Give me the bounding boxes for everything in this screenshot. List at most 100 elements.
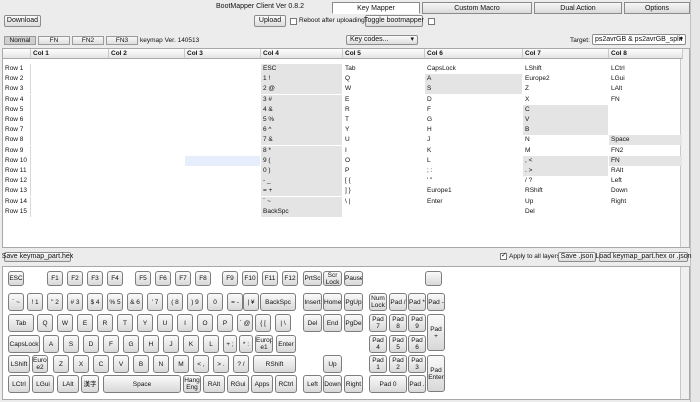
key-ralt[interactable]: RAlt xyxy=(203,375,225,393)
grid-cell[interactable]: A xyxy=(425,74,522,85)
grid-cell[interactable]: LShift xyxy=(523,64,608,74)
reboot-checkbox[interactable] xyxy=(290,18,297,25)
key-f11[interactable]: F11 xyxy=(262,271,278,286)
grid-cell[interactable] xyxy=(185,146,260,156)
key-w[interactable]: W xyxy=(57,314,73,332)
grid-cell[interactable]: U xyxy=(343,135,424,145)
grid-cell[interactable] xyxy=(609,105,682,115)
grid-cell[interactable]: ] } xyxy=(343,186,424,196)
key-k1[interactable]: ! 1 xyxy=(27,293,43,311)
key-n[interactable]: N xyxy=(153,355,169,373)
key-europe1[interactable]: Europ e1 xyxy=(255,335,273,353)
keyboard-scrollbar[interactable] xyxy=(680,267,689,399)
grid-cell[interactable]: LGui xyxy=(609,74,682,84)
column-header[interactable]: Col 6 xyxy=(425,49,523,59)
grid-cell[interactable]: G xyxy=(425,115,522,125)
grid-cell[interactable] xyxy=(109,166,184,176)
key-pad0[interactable]: Pad 0 xyxy=(369,375,407,393)
grid-cell[interactable]: LAlt xyxy=(609,84,682,94)
key-minus[interactable]: = - xyxy=(227,293,243,311)
key-c[interactable]: C xyxy=(93,355,109,373)
key-europe2[interactable]: Europ e2 xyxy=(32,355,48,373)
grid-cell[interactable]: Q xyxy=(343,74,424,84)
save-json-button[interactable]: Save .json xyxy=(558,252,596,262)
grid-cell[interactable] xyxy=(31,135,108,145)
grid-cell[interactable]: J xyxy=(425,135,522,145)
key-pad9[interactable]: Pad 9 xyxy=(408,314,426,332)
key-k6[interactable]: & 6 xyxy=(127,293,143,311)
key-e[interactable]: E xyxy=(77,314,93,332)
grid-cell[interactable] xyxy=(185,186,260,196)
key-up[interactable]: Up xyxy=(323,355,342,373)
tab-custom-macro[interactable]: Custom Macro xyxy=(422,2,532,14)
grid-cell[interactable]: C xyxy=(523,104,608,115)
key-left[interactable]: Left xyxy=(303,375,322,393)
key-kanji[interactable]: 漢字 xyxy=(81,375,99,393)
key-padstar[interactable]: Pad * xyxy=(408,293,426,311)
key-k5[interactable]: % 5 xyxy=(107,293,123,311)
key-f9[interactable]: F9 xyxy=(222,271,238,286)
grid-cell[interactable]: . > xyxy=(523,166,608,176)
key-codes-dropdown[interactable]: Key codes... ▾ xyxy=(346,35,418,45)
grid-cell[interactable]: X xyxy=(523,95,608,105)
layer-tab-fn[interactable]: FN xyxy=(38,36,70,45)
grid-cell[interactable]: 2 @ xyxy=(261,84,342,95)
window-scrollbar[interactable] xyxy=(690,0,700,402)
key-k3[interactable]: # 3 xyxy=(67,293,83,311)
key-p[interactable]: P xyxy=(217,314,233,332)
key-k7[interactable]: ' 7 xyxy=(147,293,163,311)
key-pad4[interactable]: Pad 4 xyxy=(369,335,387,353)
grid-cell[interactable] xyxy=(185,166,260,176)
grid-cell[interactable] xyxy=(31,105,108,115)
key-s[interactable]: S xyxy=(63,335,79,353)
grid-cell[interactable]: Del xyxy=(523,207,608,217)
key-padenter[interactable]: Pad Enter xyxy=(427,355,445,392)
key-f7[interactable]: F7 xyxy=(175,271,191,286)
key-rgui[interactable]: RGui xyxy=(227,375,249,393)
grid-cell[interactable]: V xyxy=(523,115,608,125)
key-del[interactable]: Del xyxy=(303,314,322,332)
key-z[interactable]: Z xyxy=(53,355,69,373)
key-k0[interactable]: 0 xyxy=(207,293,223,311)
column-header[interactable]: Col 7 xyxy=(523,49,609,59)
grid-cell[interactable]: Y xyxy=(343,125,424,135)
key-o[interactable]: O xyxy=(197,314,213,332)
grid-cell[interactable] xyxy=(109,156,184,166)
key-f6[interactable]: F6 xyxy=(155,271,171,286)
key-m[interactable]: M xyxy=(173,355,189,373)
key-l[interactable]: L xyxy=(203,335,219,353)
grid-cell[interactable]: Up xyxy=(523,197,608,207)
layer-tab-fn2[interactable]: FN2 xyxy=(72,36,104,45)
grid-cell[interactable] xyxy=(609,115,682,125)
grid-cell[interactable]: RAlt xyxy=(609,166,682,176)
key-pad7[interactable]: Pad 7 xyxy=(369,314,387,332)
grid-cell[interactable] xyxy=(109,207,184,217)
key-rctrl[interactable]: RCtrl xyxy=(275,375,297,393)
grid-cell[interactable]: Enter xyxy=(425,197,522,207)
download-button[interactable]: Download xyxy=(4,15,41,27)
key-apps[interactable]: Apps xyxy=(251,375,273,393)
grid-cell[interactable] xyxy=(31,95,108,105)
grid-cell[interactable] xyxy=(109,95,184,105)
grid-cell[interactable]: O xyxy=(343,156,424,166)
key-pgdn[interactable]: PgDe xyxy=(344,314,363,332)
grid-cell[interactable] xyxy=(185,95,260,105)
key-insert[interactable]: Insert xyxy=(303,293,322,311)
grid-cell[interactable] xyxy=(31,207,108,217)
grid-cell[interactable] xyxy=(185,84,260,94)
grid-cell[interactable] xyxy=(109,176,184,186)
grid-cell[interactable]: 7 & xyxy=(261,135,342,146)
grid-cell[interactable]: M xyxy=(523,146,608,156)
key-blank1[interactable] xyxy=(425,271,442,286)
target-select[interactable]: ps2avrGB & ps2avrGB_split ▾ xyxy=(592,34,686,45)
key-enter[interactable]: Enter xyxy=(276,335,296,353)
key-hangeng[interactable]: Hang Eng xyxy=(183,375,201,393)
grid-cell[interactable]: W xyxy=(343,84,424,94)
grid-cell[interactable] xyxy=(185,105,260,115)
grid-cell[interactable] xyxy=(109,64,184,74)
key-paddot[interactable]: Pad . xyxy=(408,375,426,393)
grid-cell[interactable] xyxy=(31,74,108,84)
key-k9[interactable]: ) 9 xyxy=(187,293,203,311)
apply-all-checkbox[interactable]: ✓ xyxy=(500,252,507,260)
key-f3[interactable]: F3 xyxy=(87,271,103,286)
